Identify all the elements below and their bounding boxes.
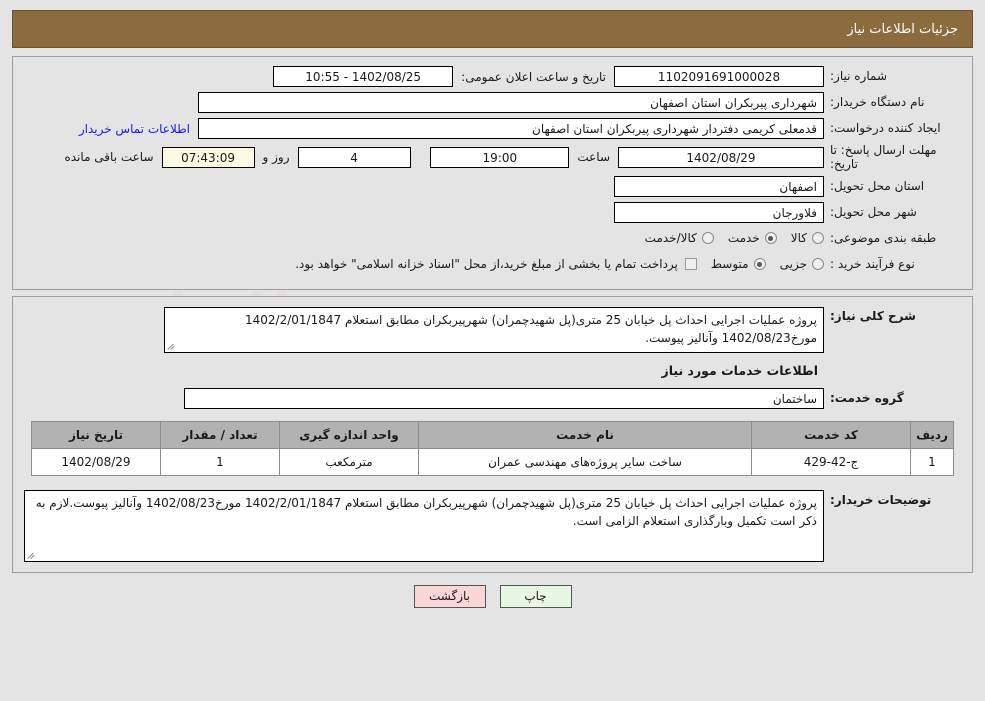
process-option-label: متوسط xyxy=(710,257,749,272)
buyer-org-field: شهرداری پیربکران استان اصفهان xyxy=(198,92,824,113)
cell-date: 1402/08/29 xyxy=(31,447,161,476)
radio-icon[interactable] xyxy=(764,232,777,245)
public-announce-field: 1402/08/25 - 10:55 xyxy=(273,66,454,87)
remaining-suffix-label: ساعت باقی مانده xyxy=(64,150,154,165)
row-requester: ایجاد کننده درخواست: قدمعلی کریمی دفتردا… xyxy=(23,117,962,140)
row-province: استان محل تحویل: اصفهان xyxy=(23,175,962,198)
public-announce-label: تاریخ و ساعت اعلان عمومی: xyxy=(461,69,606,84)
print-button[interactable]: چاپ xyxy=(499,584,572,608)
row-service-group: گروه خدمت: ساختمان xyxy=(23,387,962,409)
back-button[interactable]: بازگشت xyxy=(413,584,486,608)
col-header-qty: تعداد / مقدار xyxy=(160,420,280,449)
deadline-date-field: 1402/08/29 xyxy=(618,146,824,168)
row-process-type: نوع فرآیند خرید : جزیی متوسط پرداخت تمام… xyxy=(23,253,962,276)
cell-name: ساخت سایر پروژه‌های مهندسی عمران xyxy=(418,447,752,476)
hour-label: ساعت xyxy=(577,150,610,165)
general-desc-value: پروژه عملیات اجرایی احداث پل خیابان 25 م… xyxy=(245,312,817,345)
category-radio-group: کالا خدمت کالا/خدمت xyxy=(631,231,824,245)
page-title-bar: جزئیات اطلاعات نیاز xyxy=(12,10,973,48)
details-panel: شرح کلی نیاز: پروژه عملیات اجرایی احداث … xyxy=(12,295,973,573)
process-option-jozii[interactable]: جزیی xyxy=(780,257,824,271)
category-option-label: خدمت xyxy=(727,231,760,246)
general-desc-label: شرح کلی نیاز: xyxy=(830,308,916,323)
radio-icon[interactable] xyxy=(812,232,824,245)
page-title: جزئیات اطلاعات نیاز xyxy=(847,21,958,37)
buyer-notes-textarea[interactable]: پروژه عملیات اجرایی احداث پل خیابان 25 م… xyxy=(24,489,824,562)
cell-unit: مترمکعب xyxy=(279,447,419,476)
row-deadline: مهلت ارسال پاسخ: تا تاریخ: 1402/08/29 سا… xyxy=(23,143,962,172)
table-row: 1 ج-42-429 ساخت سایر پروژه‌های مهندسی عم… xyxy=(31,447,954,476)
need-number-field: 1102091691000028 xyxy=(614,66,824,87)
city-field: فلاورجان xyxy=(614,201,824,223)
category-option-kala[interactable]: کالا xyxy=(791,231,824,245)
days-label: روز و xyxy=(262,150,290,165)
process-type-label: نوع فرآیند خرید : xyxy=(830,256,915,271)
spacer-label xyxy=(411,150,431,164)
requester-label: ایجاد کننده درخواست: xyxy=(830,121,941,135)
deadline-time-field: 19:00 xyxy=(430,146,570,168)
requester-field: قدمعلی کریمی دفتردار شهرداری پیربکران اس… xyxy=(198,118,824,139)
footer-buttons: بازگشت چاپ xyxy=(0,584,985,608)
province-field: اصفهان xyxy=(614,175,824,197)
service-group-field: ساختمان xyxy=(184,387,824,409)
days-remaining-field: 4 xyxy=(297,146,411,168)
services-table: ردیف کد خدمت نام خدمت واحد اندازه گیری ت… xyxy=(31,420,954,476)
col-header-code: کد خدمت xyxy=(751,420,911,449)
cell-qty: 1 xyxy=(160,447,280,476)
col-header-unit: واحد اندازه گیری xyxy=(279,420,419,449)
services-section-heading-wrap: اطلاعات خدمات مورد نیاز xyxy=(23,353,962,386)
cell-radif: 1 xyxy=(910,447,954,476)
radio-icon[interactable] xyxy=(701,232,714,245)
buyer-org-label: نام دستگاه خریدار: xyxy=(830,95,925,109)
city-label: شهر محل تحویل: xyxy=(830,204,917,219)
row-city: شهر محل تحویل: فلاورجان xyxy=(23,201,962,224)
col-header-radif: ردیف xyxy=(910,420,954,449)
table-header-row: ردیف کد خدمت نام خدمت واحد اندازه گیری ت… xyxy=(31,420,954,449)
category-option-label: کالا/خدمت xyxy=(644,231,697,246)
treasury-note-label: پرداخت تمام یا بخشی از مبلغ خرید،از محل … xyxy=(295,257,678,272)
category-label: طبقه بندی موضوعی: xyxy=(830,230,937,245)
category-option-kala-khedmat[interactable]: کالا/خدمت xyxy=(645,231,714,245)
heading-spacer xyxy=(824,353,962,386)
buyer-notes-label: توضیحات خریدار: xyxy=(830,492,932,507)
row-buyer-org: نام دستگاه خریدار: شهرداری پیربکران استا… xyxy=(23,91,962,114)
row-buyer-notes: توضیحات خریدار: پروژه عملیات اجرایی احدا… xyxy=(23,489,962,562)
page-root: جزئیات اطلاعات نیاز شماره نیاز: 11020916… xyxy=(0,10,985,608)
buyer-notes-value: پروژه عملیات اجرایی احداث پل خیابان 25 م… xyxy=(35,495,817,528)
process-option-label: جزیی xyxy=(779,257,807,272)
need-number-label: شماره نیاز: xyxy=(830,69,887,83)
buyer-contact-link[interactable]: اطلاعات تماس خریدار xyxy=(71,122,198,136)
col-header-date: تاریخ نیاز xyxy=(31,420,161,449)
services-table-wrap: ردیف کد خدمت نام خدمت واحد اندازه گیری ت… xyxy=(31,420,954,476)
row-category: طبقه بندی موضوعی: کالا خدمت کالا/خدمت xyxy=(23,227,962,250)
row-general-description: شرح کلی نیاز: پروژه عملیات اجرایی احداث … xyxy=(23,306,962,353)
deadline-label: مهلت ارسال پاسخ: تا تاریخ: xyxy=(830,143,937,172)
countdown-clock-field: 07:43:09 xyxy=(161,146,255,168)
checkbox-icon[interactable] xyxy=(684,258,697,271)
category-option-khedmat[interactable]: خدمت xyxy=(728,231,777,245)
col-header-name: نام خدمت xyxy=(418,420,752,449)
process-radio-group: جزیی متوسط xyxy=(697,257,824,271)
cell-code: ج-42-429 xyxy=(751,447,911,476)
process-option-motavasset[interactable]: متوسط xyxy=(711,257,766,271)
treasury-checkbox-row[interactable]: پرداخت تمام یا بخشی از مبلغ خرید،از محل … xyxy=(295,257,697,271)
summary-panel: شماره نیاز: 1102091691000028 تاریخ و ساع… xyxy=(12,56,973,290)
resize-grip-icon[interactable] xyxy=(167,341,177,351)
service-group-label: گروه خدمت: xyxy=(830,390,904,405)
province-label: استان محل تحویل: xyxy=(830,178,925,193)
category-option-label: کالا xyxy=(790,231,807,246)
row-need-number: شماره نیاز: 1102091691000028 تاریخ و ساع… xyxy=(23,65,962,88)
services-section-title: اطلاعات خدمات مورد نیاز xyxy=(661,362,819,378)
resize-grip-icon[interactable] xyxy=(27,550,37,560)
general-desc-textarea[interactable]: پروژه عملیات اجرایی احداث پل خیابان 25 م… xyxy=(164,306,824,353)
radio-icon[interactable] xyxy=(753,258,766,271)
radio-icon[interactable] xyxy=(812,258,824,271)
